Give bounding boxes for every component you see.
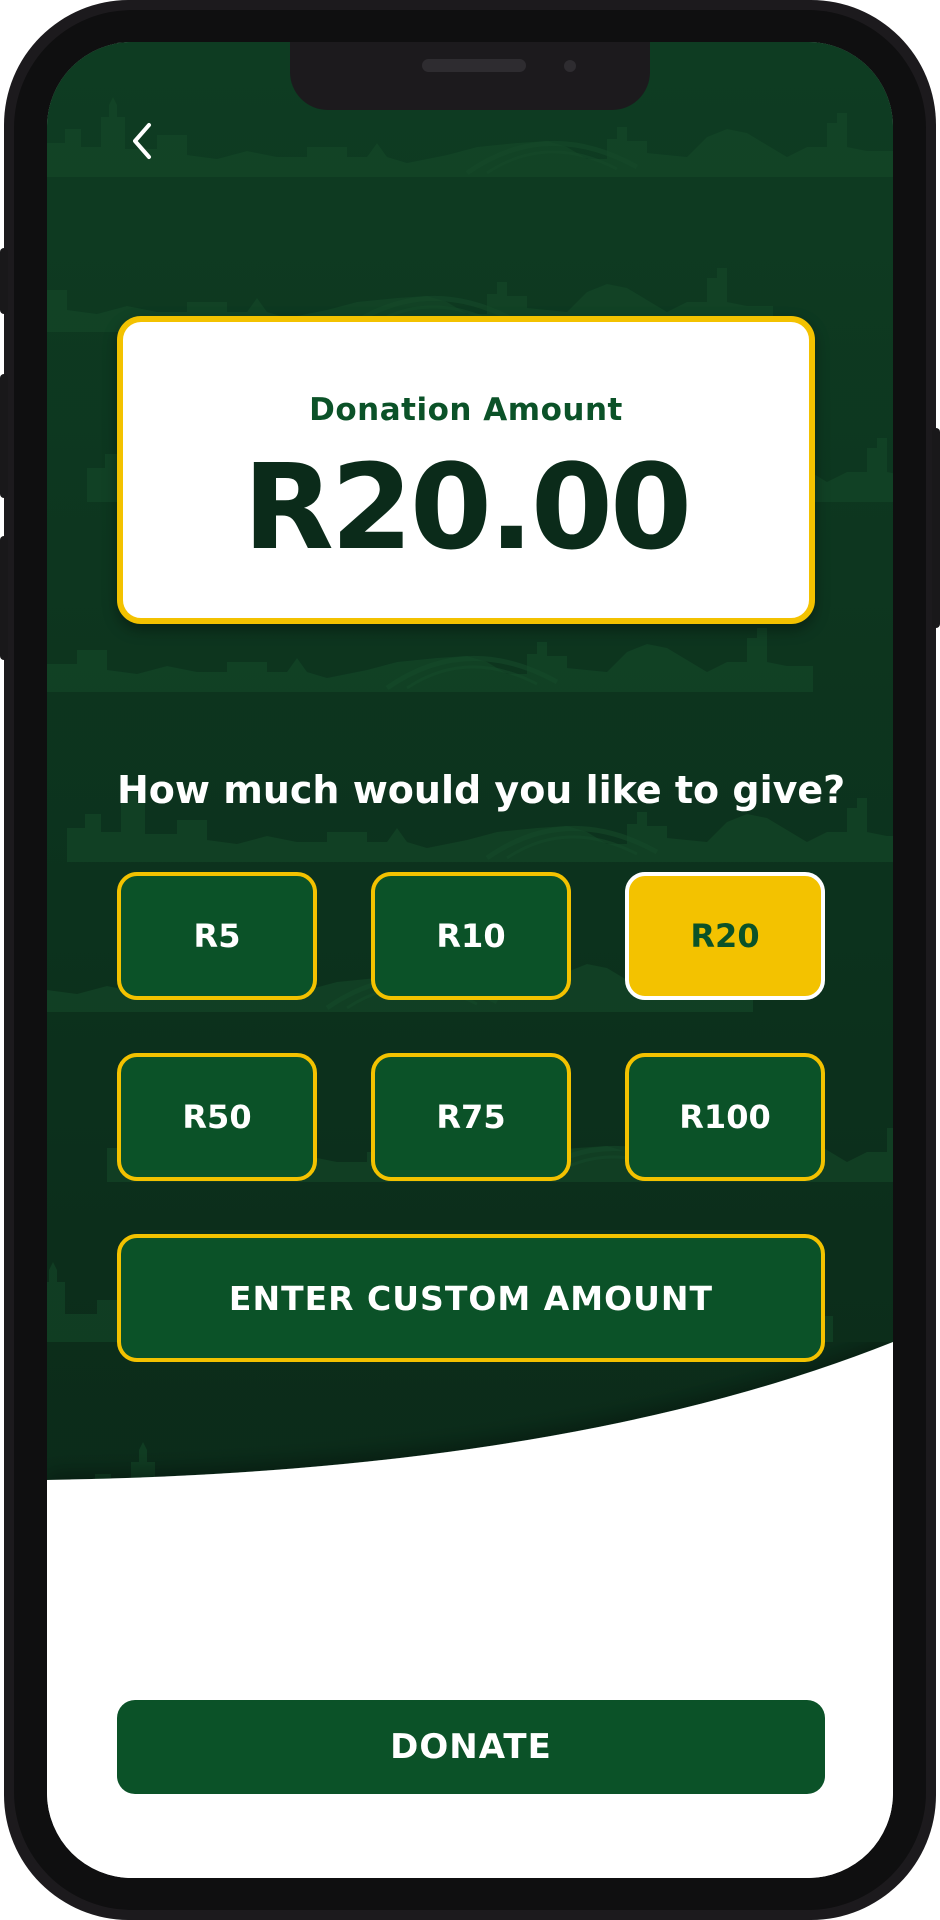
power-button: [932, 428, 940, 628]
amount-option-r10[interactable]: R10: [371, 872, 571, 1000]
back-button[interactable]: [117, 112, 167, 170]
donation-amount-value: R20.00: [242, 438, 692, 576]
phone-notch: [290, 42, 650, 110]
amount-option-r75[interactable]: R75: [371, 1053, 571, 1181]
speaker-grille: [422, 59, 526, 72]
volume-up-button: [0, 374, 8, 498]
enter-custom-amount-button[interactable]: ENTER CUSTOM AMOUNT: [117, 1234, 825, 1362]
volume-down-button: [0, 536, 8, 660]
donation-amount-label: Donation Amount: [309, 392, 623, 428]
front-camera: [564, 60, 576, 72]
amount-option-r20[interactable]: R20: [625, 872, 825, 1000]
chevron-left-icon: [133, 123, 151, 159]
donation-amount-card: Donation Amount R20.00: [117, 316, 815, 624]
donate-button[interactable]: DONATE: [117, 1700, 825, 1794]
amount-option-r50[interactable]: R50: [117, 1053, 317, 1181]
amount-option-r100[interactable]: R100: [625, 1053, 825, 1181]
bottom-panel-curve: [47, 1342, 893, 1878]
give-question-heading: How much would you like to give?: [117, 768, 846, 812]
amount-option-r5[interactable]: R5: [117, 872, 317, 1000]
app-screen: Donation Amount R20.00 How much would yo…: [47, 42, 893, 1878]
mute-switch: [0, 248, 8, 314]
